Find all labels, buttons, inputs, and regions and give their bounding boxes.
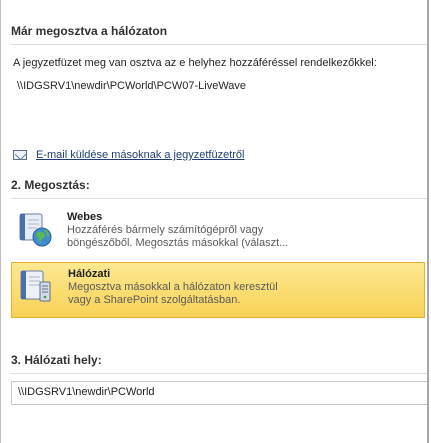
share-option-web[interactable]: Webes Hozzáférés bármely számítógépről v… [11,206,425,262]
share-option-network-title: Hálózati [68,268,111,280]
share-option-network[interactable]: Hálózati Megosztva másokkal a hálózaton … [11,262,425,318]
network-server-icon [18,269,54,305]
send-email-link[interactable]: E-mail küldése másoknak a jegyzetfüzetrő… [13,149,244,161]
share-option-network-desc-1: Megosztva másokkal a hálózaton keresztül [68,281,278,293]
share-option-web-title: Webes [67,211,103,223]
shared-path: \\IDGSRV1\newdir\PCWorld\PCW07-LiveWave [17,80,247,92]
sharing-section-header: 2. Megosztás: [11,178,427,199]
web-globe-icon [17,212,53,248]
send-email-label: E-mail küldése másoknak a jegyzetfüzetrő… [36,149,245,161]
shared-section-header: Már megosztva a hálózaton [11,24,427,45]
envelope-icon [13,150,27,160]
notebook-share-panel: Már megosztva a hálózaton A jegyzetfüzet… [0,0,429,443]
share-option-web-desc-1: Hozzáférés bármely számítógépről vagy [67,224,264,236]
network-location-input[interactable]: \\IDGSRV1\newdir\PCWorld [11,381,427,405]
share-option-network-desc-2: vagy a SharePoint szolgáltatásban. [68,294,241,306]
shared-description: A jegyzetfüzet meg van osztva az e helyh… [13,57,377,69]
location-section-header: 3. Hálózati hely: [11,353,427,374]
share-option-web-desc-2: böngészőből. Megosztás másokkal (választ… [67,237,289,249]
